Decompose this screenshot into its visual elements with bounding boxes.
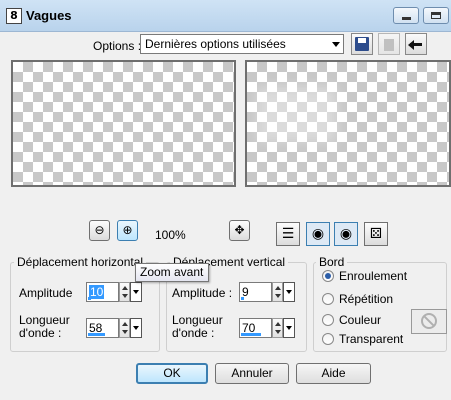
- h-amplitude-value: 10: [89, 285, 105, 299]
- pan-button[interactable]: ✥: [229, 220, 250, 241]
- delete-preset-button[interactable]: [378, 33, 400, 55]
- reset-button[interactable]: [405, 33, 427, 55]
- h-amplitude-dropdown[interactable]: [130, 282, 142, 302]
- minimize-button[interactable]: [393, 7, 419, 24]
- no-color-icon: [421, 313, 437, 329]
- h-amplitude-label: Amplitude: [19, 286, 73, 300]
- options-dropdown-value: Dernières options utilisées: [145, 37, 286, 51]
- h-wavelength-label-2: d'onde :: [19, 326, 62, 340]
- chevron-down-icon: [332, 42, 340, 47]
- h-amplitude-level: [88, 297, 91, 300]
- zoom-in-button[interactable]: ⊕: [117, 220, 138, 241]
- randomize-button[interactable]: ⚄: [364, 222, 388, 246]
- app-icon: 8: [6, 8, 22, 24]
- maximize-button[interactable]: [423, 7, 449, 24]
- eye-icon: ◉: [339, 226, 353, 242]
- v-amplitude-level: [241, 297, 244, 300]
- cancel-button[interactable]: Annuler: [215, 363, 289, 384]
- v-wavelength-input[interactable]: 70: [239, 318, 272, 338]
- v-amplitude-label: Amplitude :: [172, 286, 233, 300]
- v-amplitude-stepper[interactable]: [272, 282, 283, 302]
- help-button[interactable]: Aide: [296, 363, 371, 384]
- v-wavelength-dropdown[interactable]: [283, 318, 295, 338]
- options-dropdown[interactable]: Dernières options utilisées: [140, 34, 344, 54]
- horizontal-group-title: Déplacement horizontal: [14, 255, 147, 269]
- zoom-in-tooltip: Zoom avant: [135, 263, 209, 282]
- v-wavelength-level: [241, 333, 261, 336]
- proof-button[interactable]: ☰: [276, 222, 300, 246]
- result-preview[interactable]: [245, 60, 451, 187]
- auto-proof-icon: ◉: [311, 226, 325, 242]
- h-amplitude-stepper[interactable]: [119, 282, 130, 302]
- randomize-icon: ⚄: [369, 226, 383, 242]
- radio-color[interactable]: [322, 314, 334, 326]
- h-wavelength-level: [88, 333, 105, 336]
- h-wavelength-stepper[interactable]: [119, 318, 130, 338]
- radio-repeat[interactable]: [322, 293, 334, 305]
- options-label: Options :: [93, 39, 142, 53]
- preview-toggle[interactable]: ◉: [334, 222, 358, 246]
- pan-icon: ✥: [234, 223, 245, 237]
- radio-repeat-label[interactable]: Répétition: [339, 292, 393, 306]
- v-wavelength-label-1: Longueur: [172, 313, 223, 327]
- edge-group-title: Bord: [316, 255, 348, 269]
- radio-wrap-label[interactable]: Enroulement: [339, 269, 407, 283]
- h-wavelength-label-1: Longueur: [19, 313, 70, 327]
- window-title: Vagues: [26, 8, 72, 23]
- v-wavelength-stepper[interactable]: [272, 318, 283, 338]
- radio-wrap[interactable]: [322, 270, 334, 282]
- h-wavelength-input[interactable]: 58: [86, 318, 119, 338]
- original-preview[interactable]: [11, 60, 236, 187]
- title-bar: 8 Vagues: [0, 0, 451, 32]
- save-preset-button[interactable]: [351, 33, 373, 55]
- ok-button[interactable]: OK: [136, 363, 208, 384]
- radio-color-label[interactable]: Couleur: [339, 313, 381, 327]
- radio-transparent[interactable]: [322, 333, 334, 345]
- h-wavelength-dropdown[interactable]: [130, 318, 142, 338]
- auto-proof-toggle[interactable]: ◉: [306, 222, 330, 246]
- zoom-level: 100%: [155, 228, 186, 242]
- v-amplitude-dropdown[interactable]: [283, 282, 295, 302]
- radio-transparent-label[interactable]: Transparent: [339, 332, 403, 346]
- zoom-out-button[interactable]: ⊖: [89, 220, 110, 241]
- zoom-in-icon: ⊕: [122, 223, 133, 237]
- v-wavelength-label-2: d'onde :: [172, 326, 215, 340]
- h-amplitude-input[interactable]: 10: [86, 282, 119, 302]
- v-amplitude-input[interactable]: 9: [239, 282, 272, 302]
- proof-icon: ☰: [281, 226, 295, 242]
- edge-color-swatch[interactable]: [411, 309, 447, 334]
- zoom-out-icon: ⊖: [94, 223, 105, 237]
